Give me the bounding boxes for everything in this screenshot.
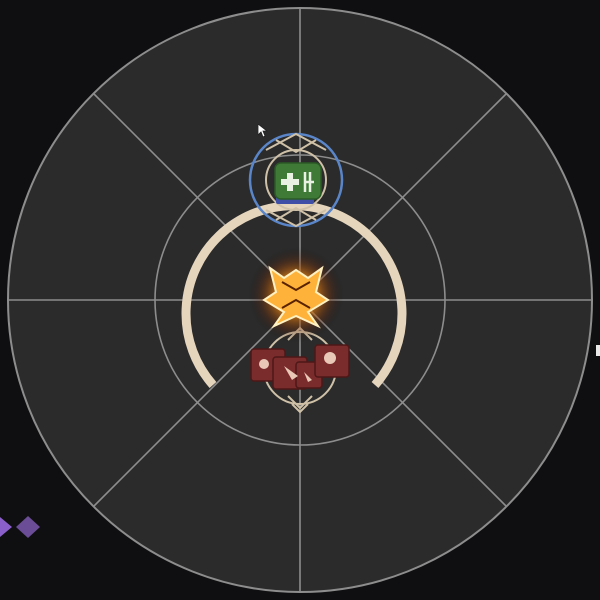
boss-marker [248,247,344,343]
mouse-cursor-icon [258,124,268,138]
party-diamond-icon-2 [16,516,40,538]
edge-tick [596,345,600,356]
party-marker-diamonds [0,516,40,538]
arena-radar [7,7,593,593]
party-diamond-icon-1 [0,517,12,537]
